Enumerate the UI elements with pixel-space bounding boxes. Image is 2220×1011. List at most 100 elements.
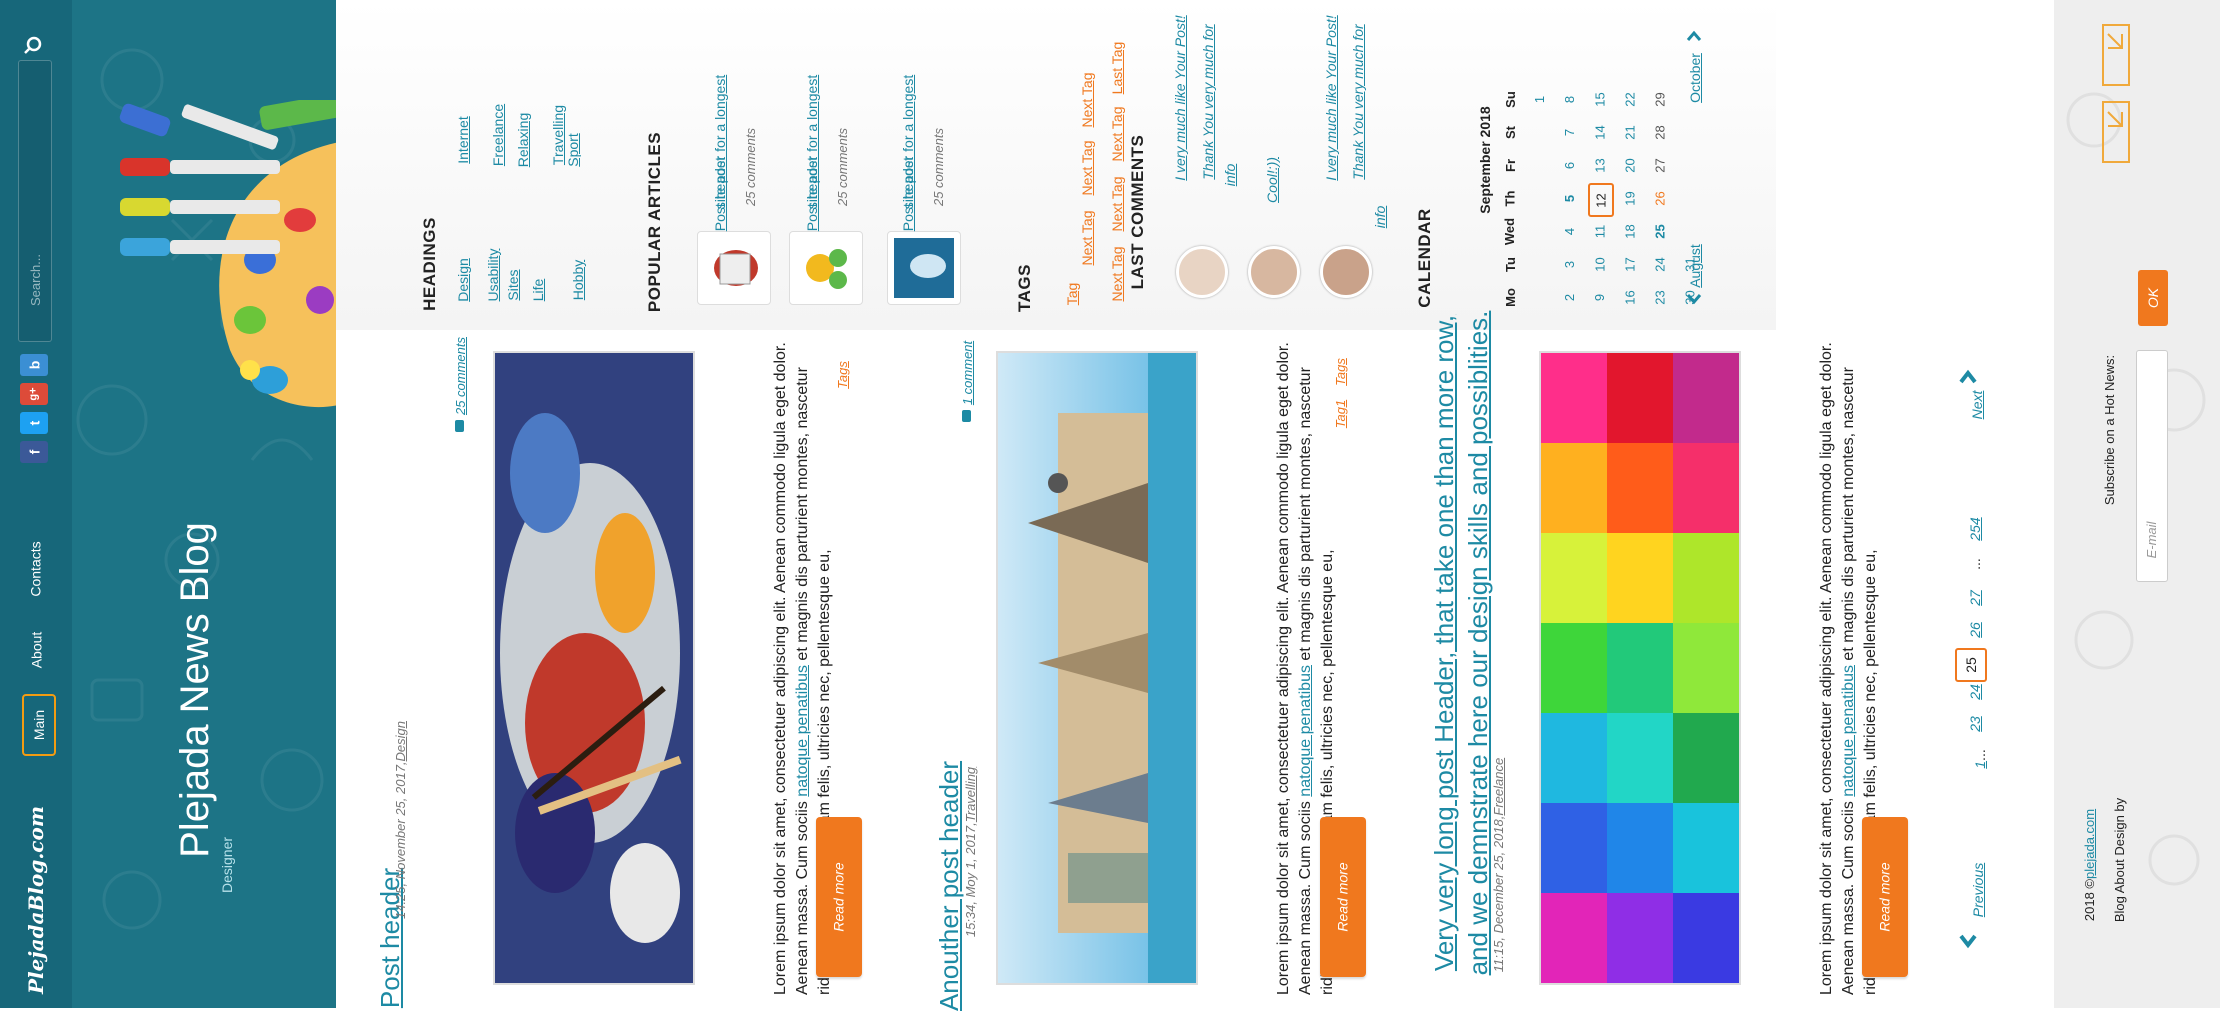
- page-link[interactable]: 1...: [1971, 739, 1989, 779]
- tag-link[interactable]: Tag: [1062, 274, 1082, 314]
- comment-text[interactable]: I very much like Your Post!: [1170, 15, 1190, 180]
- calendar-day[interactable]: 4: [1555, 220, 1585, 242]
- popular-comments[interactable]: 25 comments: [741, 122, 759, 212]
- heading-link[interactable]: Internet: [453, 110, 473, 170]
- page-link[interactable]: 254: [1966, 514, 1984, 544]
- calendar-day[interactable]: 12: [1588, 183, 1614, 217]
- page-link[interactable]: 23: [1966, 709, 1984, 739]
- designer-badge-icon[interactable]: [2102, 24, 2130, 164]
- tag-link[interactable]: Next Tag: [1107, 169, 1127, 239]
- heading-link[interactable]: Design: [453, 250, 473, 310]
- google-plus-icon[interactable]: g+: [20, 383, 48, 405]
- popular-link[interactable]: site post: [802, 153, 822, 213]
- calendar-day[interactable]: 2: [1555, 286, 1585, 308]
- calendar-day[interactable]: 29: [1645, 88, 1675, 110]
- calendar-day[interactable]: 18: [1615, 220, 1645, 242]
- comment-text[interactable]: Thank You very much for: [1348, 24, 1368, 179]
- calendar-next-month[interactable]: October: [1685, 48, 1705, 108]
- chevron-down-icon[interactable]: [1685, 290, 1703, 308]
- heading-link[interactable]: Life: [528, 275, 548, 305]
- chevron-up-icon[interactable]: [1685, 28, 1703, 46]
- post-category-link[interactable]: Design: [393, 721, 408, 761]
- comment-text[interactable]: info: [1220, 160, 1240, 190]
- site-logo[interactable]: PlejadaBlog.com: [16, 806, 56, 994]
- calendar-day[interactable]: 13: [1585, 154, 1615, 176]
- calendar-day[interactable]: 26: [1645, 187, 1675, 209]
- heading-link[interactable]: Relaxing: [513, 110, 533, 170]
- post-tag-link[interactable]: Tags: [832, 350, 852, 400]
- calendar-day[interactable]: 28: [1645, 121, 1675, 143]
- tag-link[interactable]: Next Tag: [1107, 239, 1127, 309]
- chevron-left-icon[interactable]: [1957, 930, 1979, 952]
- post-excerpt-link[interactable]: natoque penatibus: [1297, 665, 1314, 797]
- post-tag-link[interactable]: Tags: [1330, 352, 1350, 392]
- comment-text[interactable]: I very much like Your Post!: [1321, 15, 1341, 180]
- nav-main[interactable]: Main: [22, 694, 56, 756]
- tag-link[interactable]: Next Tag: [1107, 99, 1127, 169]
- subscribe-ok-button[interactable]: OK: [2138, 270, 2168, 326]
- page-link[interactable]: 27: [1966, 583, 1984, 613]
- calendar-day[interactable]: 11: [1585, 220, 1615, 242]
- facebook-icon[interactable]: f: [20, 441, 48, 463]
- copyright-link[interactable]: plejada.com: [2082, 809, 2097, 879]
- post-category-link[interactable]: Freelance: [1491, 758, 1506, 816]
- previous-link[interactable]: Previous: [1968, 840, 1988, 940]
- comment-text[interactable]: Thank You very much for: [1198, 24, 1218, 179]
- heading-link[interactable]: Hobby: [568, 255, 588, 305]
- post-tag-link[interactable]: Tag1: [1330, 394, 1350, 434]
- blogger-icon[interactable]: b: [20, 354, 48, 376]
- heading-link[interactable]: Sites: [503, 265, 523, 305]
- tag-link[interactable]: Next Tag: [1077, 133, 1097, 203]
- calendar-day[interactable]: 17: [1615, 253, 1645, 275]
- comments-link[interactable]: 25 comments: [450, 335, 470, 435]
- page-link[interactable]: 26: [1966, 615, 1984, 645]
- calendar-day[interactable]: 21: [1615, 121, 1645, 143]
- popular-link[interactable]: site post: [710, 153, 730, 213]
- post-excerpt-link[interactable]: natoque penatibus: [1840, 665, 1857, 797]
- calendar-day[interactable]: 1: [1525, 88, 1555, 110]
- calendar-day[interactable]: 15: [1585, 88, 1615, 110]
- twitter-icon[interactable]: t: [20, 412, 48, 434]
- avatar[interactable]: [1176, 246, 1228, 298]
- tag-link[interactable]: Next Tag: [1077, 203, 1097, 273]
- nav-about[interactable]: About: [16, 620, 56, 680]
- comment-text[interactable]: info: [1370, 202, 1390, 232]
- calendar-day[interactable]: 25: [1645, 220, 1675, 242]
- calendar-day[interactable]: 23: [1645, 286, 1675, 308]
- comment-text[interactable]: Cool!:)): [1262, 150, 1282, 210]
- calendar-day[interactable]: 9: [1585, 286, 1615, 308]
- heading-link[interactable]: Usability: [483, 245, 503, 305]
- chevron-right-icon[interactable]: [1957, 366, 1979, 388]
- calendar-day[interactable]: 19: [1615, 187, 1645, 209]
- popular-comments[interactable]: 25 comments: [833, 122, 851, 212]
- read-more-button[interactable]: Read more: [1862, 817, 1908, 977]
- calendar-day[interactable]: 16: [1615, 286, 1645, 308]
- post-title-line[interactable]: Very very long post Header, that take on…: [1426, 315, 1462, 971]
- calendar-day[interactable]: 14: [1585, 121, 1615, 143]
- calendar-day[interactable]: 5: [1555, 187, 1585, 209]
- calendar-day[interactable]: 20: [1615, 154, 1645, 176]
- post-excerpt-link[interactable]: natoque penatibus: [794, 665, 811, 797]
- heading-link[interactable]: Sport: [563, 130, 583, 170]
- nav-contacts[interactable]: Contacts: [16, 534, 56, 604]
- calendar-day[interactable]: 24: [1645, 253, 1675, 275]
- calendar-day[interactable]: 27: [1645, 154, 1675, 176]
- tag-link[interactable]: Last Tag: [1107, 33, 1127, 103]
- avatar[interactable]: [1248, 246, 1300, 298]
- read-more-button[interactable]: Read more: [816, 817, 862, 977]
- heading-link[interactable]: Freelance: [488, 100, 508, 170]
- post-category-link[interactable]: Travelling: [963, 767, 978, 822]
- popular-link[interactable]: site post: [898, 153, 918, 213]
- calendar-day[interactable]: 22: [1615, 88, 1645, 110]
- calendar-day[interactable]: 7: [1555, 121, 1585, 143]
- tag-link[interactable]: Next Tag: [1077, 65, 1097, 135]
- popular-thumbnail[interactable]: [697, 231, 771, 305]
- calendar-day[interactable]: 6: [1555, 154, 1585, 176]
- popular-comments[interactable]: 25 comments: [929, 122, 947, 212]
- read-more-button[interactable]: Read more: [1320, 817, 1366, 977]
- comments-link[interactable]: 1 comment: [957, 337, 977, 427]
- calendar-day[interactable]: 8: [1555, 88, 1585, 110]
- avatar[interactable]: [1320, 246, 1372, 298]
- calendar-prev-month[interactable]: August: [1685, 236, 1705, 296]
- popular-thumbnail[interactable]: [789, 231, 863, 305]
